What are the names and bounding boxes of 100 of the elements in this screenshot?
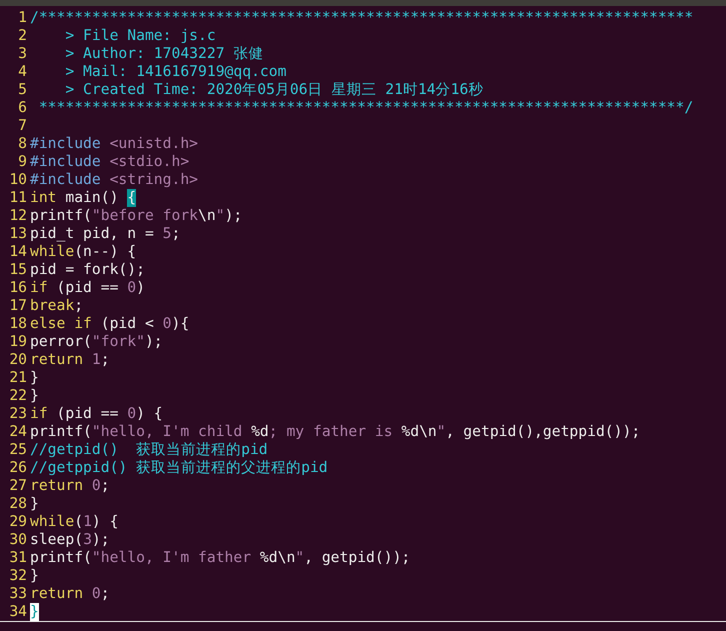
string-literal: "	[295, 549, 304, 567]
keyword: break	[30, 297, 74, 315]
line-number: 33	[8, 585, 28, 603]
line-number: 32	[8, 567, 28, 585]
string-literal: <unistd.h>	[110, 135, 198, 153]
line-number: 6	[17, 99, 28, 117]
line-number: 3	[17, 45, 28, 63]
line-number: 24	[8, 423, 28, 441]
line-number: 31	[8, 549, 28, 567]
string-literal: "before fork	[92, 207, 198, 225]
keyword: if	[30, 279, 48, 297]
code-text: %d\n	[260, 549, 296, 567]
code-text: ;	[100, 585, 110, 603]
code-text: (pid ==	[56, 405, 120, 423]
preprocessor-directive: #include	[30, 153, 102, 171]
line-number: 34	[8, 603, 28, 621]
line-number: 15	[8, 261, 28, 279]
code-text: (pid <	[100, 315, 155, 333]
code-text: }	[30, 495, 39, 513]
code-text: %d	[251, 423, 269, 441]
line-number: 4	[17, 63, 28, 81]
line-number: 25	[8, 441, 28, 459]
string-literal: "	[436, 423, 446, 441]
comment: > Author: 17043227 张健	[64, 45, 264, 63]
line-number: 13	[8, 225, 28, 243]
line-number: 16	[8, 279, 28, 297]
code-text: sleep(	[30, 531, 84, 549]
line-number: 8	[17, 135, 28, 153]
line-number: 21	[8, 369, 28, 387]
line-number: 17	[8, 297, 28, 315]
line-number: 1	[17, 9, 28, 27]
comment: > Created Time: 2020年05月06日 星期三 21时14分16秒	[64, 81, 484, 99]
code-text: printf(	[30, 423, 92, 441]
code-text: ;	[100, 351, 110, 369]
string-literal: 5	[162, 225, 172, 243]
code-text: \n	[198, 207, 216, 225]
preprocessor-directive: #include	[30, 135, 102, 153]
code-text: }	[30, 369, 39, 387]
string-literal: 0	[127, 405, 136, 423]
code-text: ;	[171, 225, 180, 243]
code-text: ){	[172, 315, 190, 333]
keyword: return	[30, 477, 84, 495]
line-number: 27	[8, 477, 28, 495]
code-text: );	[144, 333, 163, 351]
code-text: perror(	[30, 333, 92, 351]
line-number: 30	[8, 531, 28, 549]
code-text: , getpid(),getppid());	[446, 423, 640, 441]
code-text: );	[92, 531, 110, 549]
line-number: 14	[8, 243, 28, 261]
line-number: 2	[17, 27, 28, 45]
code-text: printf(	[30, 207, 92, 225]
code-text: main()	[64, 189, 120, 207]
keyword: if	[30, 405, 48, 423]
code-text: , getpid());	[304, 549, 410, 567]
string-literal: 0	[92, 477, 101, 495]
string-literal: "	[216, 207, 225, 225]
code-text: ) {	[92, 513, 118, 531]
line-number: 19	[8, 333, 28, 351]
comment: //getppid() 获取当前进程的父进程的pid	[30, 459, 328, 477]
code-text: printf(	[30, 549, 92, 567]
string-literal: <string.h>	[110, 171, 198, 189]
string-literal: "hello, I'm child	[92, 423, 244, 441]
comment: /**************************************************************************	[30, 9, 694, 27]
matching-brace: {	[127, 189, 136, 207]
code-text: (	[74, 513, 84, 531]
code-text: ;	[74, 297, 84, 315]
line-number: 18	[8, 315, 28, 333]
string-literal: "fork"	[92, 333, 145, 351]
keyword: return	[30, 585, 84, 603]
keyword: while	[30, 243, 74, 261]
string-literal: 0	[92, 585, 101, 603]
code-text: }	[30, 387, 39, 405]
line-number: 22	[8, 387, 28, 405]
code-text: );	[224, 207, 242, 225]
line-number: 7	[17, 117, 28, 135]
string-literal: ; my father is	[268, 423, 394, 441]
comment: *************************************************************************/	[38, 99, 694, 117]
line-number: 10	[8, 171, 28, 189]
string-literal: 0	[127, 279, 136, 297]
line-number: 11	[8, 189, 28, 207]
code-text: ;	[100, 477, 110, 495]
line-number: 12	[8, 207, 28, 225]
preprocessor-directive: #include	[30, 171, 102, 189]
code-text: (n--) {	[74, 243, 136, 261]
string-literal: 1	[92, 351, 101, 369]
keyword: else if	[30, 315, 92, 333]
code-text: }	[30, 567, 39, 585]
keyword: while	[30, 513, 74, 531]
line-number: 29	[8, 513, 28, 531]
code-text: pid = fork();	[30, 261, 145, 279]
string-literal: <stdio.h>	[110, 153, 190, 171]
line-number: 9	[17, 153, 28, 171]
keyword: return	[30, 351, 84, 369]
comment: //getpid() 获取当前进程的pid	[30, 441, 268, 459]
line-number: 5	[17, 81, 28, 99]
line-number: 26	[8, 459, 28, 477]
comment: > Mail: 1416167919@qq.com	[64, 63, 286, 81]
code-text: (pid ==	[56, 279, 120, 297]
string-literal: 1	[83, 513, 92, 531]
text-cursor: }	[30, 603, 39, 621]
